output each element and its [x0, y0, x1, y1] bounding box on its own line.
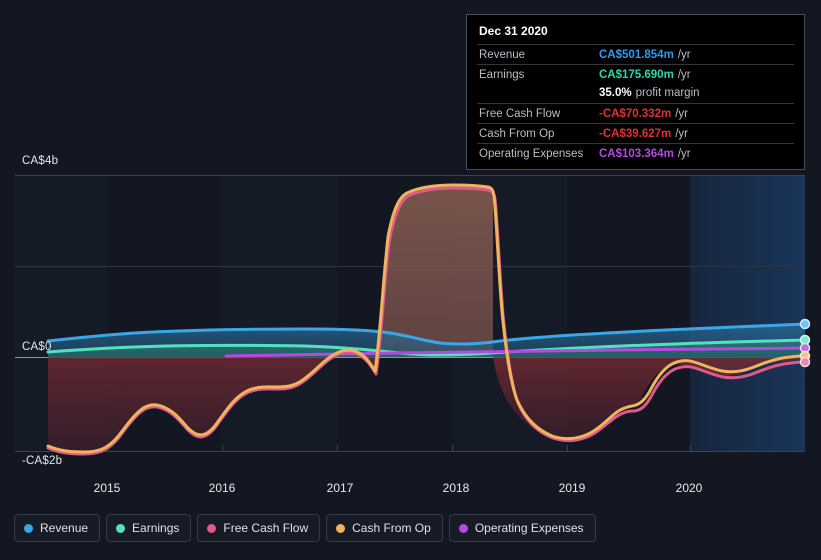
legend-item-operating-expenses[interactable]: Operating Expenses — [448, 514, 596, 542]
legend-dot-free-cash-flow-icon — [207, 523, 217, 533]
tooltip-row-revenue: Revenue CA$501.854m /yr — [477, 44, 794, 64]
legend-dot-revenue-icon — [24, 523, 33, 533]
tooltip-value-earnings: CA$175.690m — [599, 69, 674, 81]
tooltip-value-operating-expenses: CA$103.364m — [599, 148, 674, 160]
legend-label-free-cash-flow: Free Cash Flow — [223, 521, 309, 535]
tooltip-value-free-cash-flow: -CA$70.332m — [599, 108, 672, 120]
x-axis-label: 2016 — [208, 481, 236, 495]
legend-dot-earnings-icon — [116, 523, 126, 533]
legend-item-cash-from-op[interactable]: Cash From Op — [326, 514, 443, 542]
tooltip-row-free-cash-flow: Free Cash Flow -CA$70.332m /yr — [477, 103, 794, 123]
tooltip-row-operating-expenses: Operating Expenses CA$103.364m /yr — [477, 143, 794, 163]
x-axis-label: 2019 — [558, 481, 586, 495]
legend-label-revenue: Revenue — [40, 521, 89, 535]
legend-dot-operating-expenses-icon — [458, 523, 468, 533]
tooltip-unit-revenue: /yr — [677, 49, 691, 61]
legend-item-revenue[interactable]: Revenue — [14, 514, 101, 542]
series-overlay — [46, 183, 811, 456]
y-axis-label-bottom: -CA$2b — [22, 455, 63, 467]
x-axis-label: 2018 — [442, 481, 470, 495]
tooltip-unit-free-cash-flow: /yr — [675, 108, 689, 120]
tooltip-label-profit-margin: profit margin — [635, 87, 700, 99]
chart-tooltip: Dec 31 2020 Revenue CA$501.854m /yr Earn… — [466, 14, 805, 170]
tooltip-label-earnings: Earnings — [479, 69, 525, 81]
tooltip-row-cash-from-op: Cash From Op -CA$39.627m /yr — [477, 123, 794, 143]
tooltip-unit-cash-from-op: /yr — [675, 128, 689, 140]
tooltip-unit-operating-expenses: /yr — [677, 148, 691, 160]
x-axis-label: 2017 — [326, 481, 354, 495]
legend-item-earnings[interactable]: Earnings — [106, 514, 192, 542]
tooltip-value-cash-from-op: -CA$39.627m — [599, 128, 672, 140]
legend-label-operating-expenses: Operating Expenses — [474, 521, 584, 535]
cash-from-op-area-negative-right — [493, 357, 805, 438]
tooltip-label-revenue: Revenue — [479, 49, 526, 61]
legend-dot-cash-from-op-icon — [336, 523, 346, 533]
chart-legend: Revenue Earnings Free Cash Flow Cash Fro… — [14, 514, 596, 542]
chart-plot-area — [15, 175, 811, 456]
free-cash-flow-endpoint — [799, 356, 811, 368]
x-axis-label: 2015 — [93, 481, 121, 495]
cash-from-op-area-negative — [48, 350, 378, 452]
y-axis-label-zero: CA$0 — [22, 341, 52, 353]
tooltip-label-operating-expenses: Operating Expenses — [479, 148, 584, 160]
tooltip-row-profit-margin: 35.0% profit margin — [597, 84, 794, 103]
legend-item-free-cash-flow[interactable]: Free Cash Flow — [197, 514, 321, 542]
legend-label-cash-from-op: Cash From Op — [352, 521, 431, 535]
tooltip-label-cash-from-op: Cash From Op — [479, 128, 555, 140]
tooltip-row-earnings: Earnings CA$175.690m /yr — [477, 64, 794, 84]
tooltip-date: Dec 31 2020 — [479, 24, 548, 38]
tooltip-unit-earnings: /yr — [677, 69, 691, 81]
tooltip-value-revenue: CA$501.854m — [599, 49, 674, 61]
legend-label-earnings: Earnings — [132, 521, 180, 535]
tooltip-label-free-cash-flow: Free Cash Flow — [479, 108, 561, 120]
y-axis-label-top: CA$4b — [22, 155, 59, 167]
x-axis-label: 2020 — [675, 481, 703, 495]
tooltip-value-profit-margin: 35.0% — [599, 87, 632, 99]
revenue-endpoint — [799, 318, 811, 330]
